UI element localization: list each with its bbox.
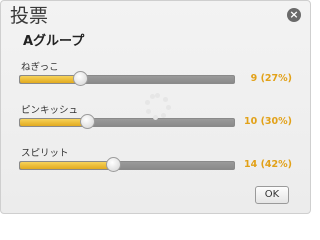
vote-slider-handle[interactable] xyxy=(80,114,95,129)
vote-slider-fill xyxy=(20,162,113,169)
vote-slider-handle[interactable] xyxy=(106,157,121,172)
vote-slider-track[interactable] xyxy=(19,114,235,129)
vote-slider-track[interactable] xyxy=(19,157,235,172)
spinner-icon xyxy=(144,93,172,121)
ok-button[interactable]: OK xyxy=(255,186,289,204)
vote-dialog: 投票 × Aグループ ねぎっこ 9 (27%) ピンキッシュ 10 (30%) … xyxy=(0,0,311,214)
vote-slider-fill xyxy=(20,119,87,126)
option-label: ピンキッシュ xyxy=(21,105,79,116)
vote-count: 9 (27%) xyxy=(250,73,292,84)
option-label: スピリット xyxy=(21,148,69,159)
vote-slider-track[interactable] xyxy=(19,71,235,86)
option-label: ねぎっこ xyxy=(21,62,59,73)
dialog-title: 投票 xyxy=(10,5,49,27)
vote-count: 10 (30%) xyxy=(244,116,292,127)
group-title: Aグループ xyxy=(23,34,85,49)
vote-count: 14 (42%) xyxy=(244,159,292,170)
option-row-3: スピリット 14 (42%) xyxy=(1,145,310,185)
vote-slider-handle[interactable] xyxy=(73,71,88,86)
close-icon[interactable]: × xyxy=(287,8,301,22)
vote-slider-fill xyxy=(20,76,80,83)
